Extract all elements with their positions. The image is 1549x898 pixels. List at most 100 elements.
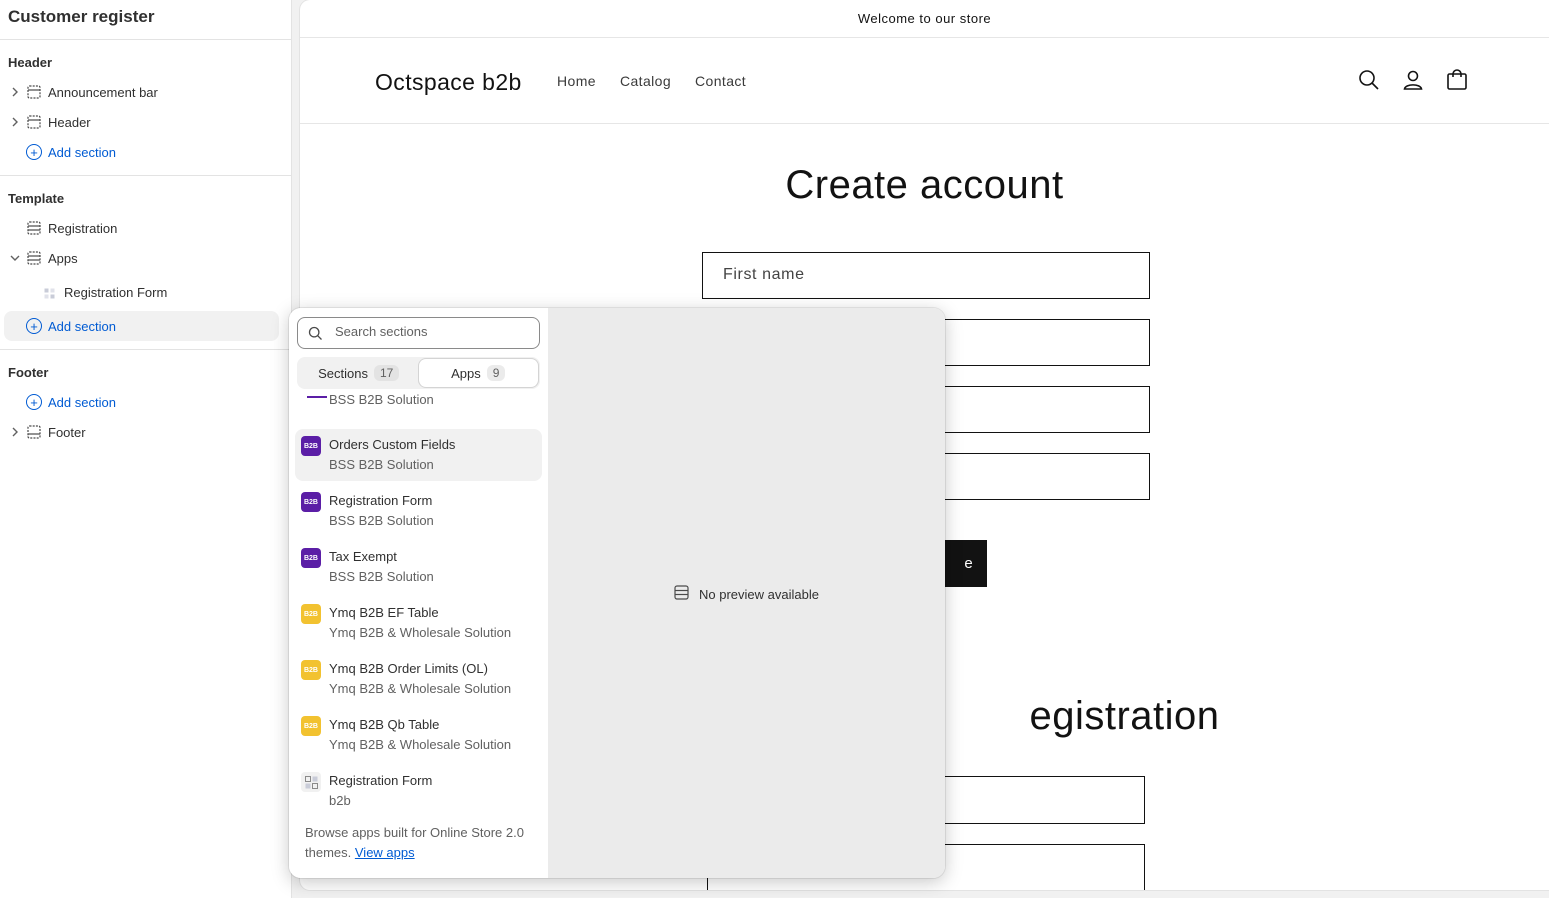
add-section-label: Add section — [48, 144, 116, 160]
tab-sections[interactable]: Sections 17 — [299, 359, 419, 387]
tab-label: Sections — [318, 365, 368, 381]
no-preview-text: No preview available — [699, 586, 819, 602]
no-preview-message: No preview available — [674, 585, 819, 603]
sidebar-item-label: Footer — [48, 424, 86, 440]
section-layout-icon — [27, 251, 41, 265]
bss-icon — [307, 396, 327, 398]
search-sections-input[interactable] — [335, 324, 525, 339]
store-logo[interactable]: Octspace b2b — [375, 69, 522, 96]
template-group: Template Registration Apps Registration … — [0, 176, 291, 350]
preview-pane: No preview available — [548, 308, 945, 878]
item-vendor: Ymq B2B & Wholesale Solution — [329, 681, 512, 696]
section-announcement-bar[interactable]: Announcement bar — [0, 77, 291, 107]
item-name: Ymq B2B Order Limits (OL) — [329, 661, 488, 676]
bss-icon: B2B — [301, 492, 321, 512]
tab-label: Apps — [451, 365, 481, 381]
plus-circle-icon: + — [26, 318, 42, 334]
ymq-icon: B2B — [301, 716, 321, 736]
sidebar-item-label: Registration Form — [64, 284, 168, 300]
list-item[interactable]: BSS B2B Solution — [295, 392, 542, 416]
section-layout-icon — [27, 221, 41, 235]
cart-icon[interactable] — [1445, 68, 1469, 92]
list-item[interactable]: B2B Ymq B2B Order Limits (OL) Ymq B2B & … — [295, 653, 542, 705]
list-item[interactable]: B2B Orders Custom Fields BSS B2B Solutio… — [295, 429, 542, 481]
item-name: Tax Exempt — [329, 549, 397, 564]
chevron-right-icon[interactable] — [9, 426, 21, 438]
item-name: Registration Form — [329, 493, 433, 508]
app-block-icon — [44, 287, 55, 298]
section-registration[interactable]: Registration — [0, 213, 291, 243]
nav-catalog[interactable]: Catalog — [620, 73, 671, 89]
item-name: Registration Form — [329, 773, 433, 788]
sidebar-item-label: Registration — [48, 220, 118, 236]
account-icon[interactable] — [1401, 68, 1425, 92]
list-item[interactable]: Registration Form b2b — [295, 765, 542, 812]
section-footer[interactable]: Footer — [0, 417, 291, 447]
search-sections-box[interactable] — [297, 317, 540, 349]
header-group: Header Announcement bar Header + Add sec… — [0, 40, 291, 176]
item-vendor: b2b — [329, 793, 351, 808]
add-section-footer-button[interactable]: + Add section — [0, 387, 291, 417]
section-layout-icon — [27, 425, 41, 439]
tab-apps[interactable]: Apps 9 — [418, 359, 538, 387]
section-header[interactable]: Header — [0, 107, 291, 137]
count-badge: 17 — [374, 365, 400, 381]
item-name: Orders Custom Fields — [329, 437, 456, 452]
item-vendor: Ymq B2B & Wholesale Solution — [329, 625, 512, 640]
add-section-template-button[interactable]: + Add section — [4, 311, 279, 341]
store-nav: Home Catalog Contact — [557, 73, 746, 89]
store-header: Octspace b2b Home Catalog Contact — [300, 38, 1549, 124]
sidebar-item-label: Announcement bar — [48, 84, 158, 100]
view-apps-link[interactable]: View apps — [355, 845, 415, 860]
ymq-icon: B2B — [301, 604, 321, 624]
item-name: Ymq B2B EF Table — [329, 605, 439, 620]
count-badge: 9 — [486, 365, 506, 381]
section-layout-icon — [27, 115, 41, 129]
list-item[interactable]: B2B Tax Exempt BSS B2B Solution — [295, 541, 542, 593]
picker-tabs: Sections 17 Apps 9 — [297, 357, 540, 389]
item-vendor: BSS B2B Solution — [329, 457, 434, 472]
section-layout-icon — [674, 585, 689, 603]
create-account-heading: Create account — [785, 163, 1064, 207]
search-icon — [308, 326, 323, 341]
create-button-label: e — [964, 555, 973, 572]
chevron-right-icon[interactable] — [9, 86, 21, 98]
bss-icon: B2B — [301, 548, 321, 568]
ymq-icon: B2B — [301, 660, 321, 680]
group-title-footer: Footer — [8, 365, 49, 380]
app-block-icon — [301, 772, 321, 792]
add-section-label: Add section — [48, 394, 116, 410]
group-title-template: Template — [8, 191, 65, 206]
item-vendor: BSS B2B Solution — [329, 392, 434, 407]
browse-apps-note: Browse apps built for Online Store 2.0 t… — [305, 823, 535, 863]
sidebar-item-label: Header — [48, 114, 91, 130]
announcement-bar: Welcome to our store — [300, 0, 1549, 38]
section-apps[interactable]: Apps — [0, 243, 291, 273]
footer-group: Footer + Add section Footer — [0, 350, 291, 455]
page-title: Customer register — [0, 0, 291, 40]
sidebar-item-label: Apps — [48, 250, 78, 266]
group-title-header: Header — [8, 55, 53, 70]
block-registration-form[interactable]: Registration Form — [0, 273, 291, 311]
chevron-down-icon[interactable] — [9, 252, 21, 264]
theme-sections-sidebar: Customer register Header Announcement ba… — [0, 0, 292, 898]
chevron-right-icon[interactable] — [9, 116, 21, 128]
add-section-header-button[interactable]: + Add section — [0, 137, 291, 167]
list-item[interactable]: B2B Registration Form BSS B2B Solution — [295, 485, 542, 537]
nav-contact[interactable]: Contact — [695, 73, 746, 89]
app-blocks-list: BSS B2B Solution B2B Orders Custom Field… — [289, 392, 548, 812]
first-name-field[interactable]: First name — [702, 252, 1150, 299]
bss-icon: B2B — [301, 436, 321, 456]
item-vendor: BSS B2B Solution — [329, 569, 434, 584]
section-layout-icon — [27, 85, 41, 99]
list-item[interactable]: B2B Ymq B2B EF Table Ymq B2B & Wholesale… — [295, 597, 542, 649]
add-section-popover: Sections 17 Apps 9 BSS B2B Solution B2B … — [289, 308, 945, 878]
registration-heading-text: egistration — [1029, 694, 1220, 738]
item-vendor: BSS B2B Solution — [329, 513, 434, 528]
item-name: Ymq B2B Qb Table — [329, 717, 440, 732]
plus-circle-icon: + — [26, 144, 42, 160]
nav-home[interactable]: Home — [557, 73, 596, 89]
plus-circle-icon: + — [26, 394, 42, 410]
search-icon[interactable] — [1357, 68, 1381, 92]
list-item[interactable]: B2B Ymq B2B Qb Table Ymq B2B & Wholesale… — [295, 709, 542, 761]
